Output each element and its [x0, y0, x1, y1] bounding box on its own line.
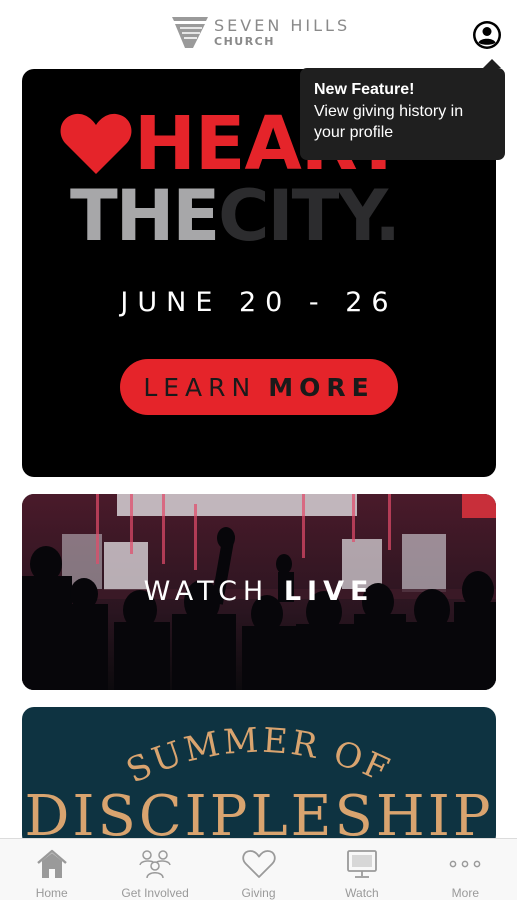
- summer-of-discipleship-card[interactable]: SUMMER OF DISCIPLESHIP: [22, 707, 496, 847]
- learn-more-button[interactable]: LEARN MORE: [120, 359, 398, 415]
- tab-home[interactable]: Home: [0, 839, 103, 900]
- tab-label-more: More: [451, 886, 479, 900]
- event-dates: JUNE 20 - 26: [120, 287, 398, 318]
- church-logo: SEVEN HILLS CHURCH: [172, 14, 350, 50]
- summer-of-text: SUMMER OF: [120, 720, 394, 789]
- summer-of-title: SUMMER OF: [120, 720, 397, 789]
- people-icon: [139, 850, 171, 879]
- learn-more-label-bold: MORE: [268, 372, 375, 402]
- monitor-icon: [347, 850, 377, 878]
- profile-button[interactable]: [472, 20, 502, 50]
- learn-more-label-light: LEARN: [143, 372, 257, 402]
- bottom-tab-bar: Home Get Involved Giving Watch More: [0, 838, 517, 900]
- watch-live-light: WATCH: [143, 576, 270, 607]
- discipleship-text: DISCIPLESHIP: [24, 784, 494, 847]
- tab-label-home: Home: [35, 886, 68, 900]
- home-icon: [36, 849, 67, 878]
- more-icon: [449, 860, 481, 868]
- tab-label-watch: Watch: [345, 886, 379, 900]
- watch-live-bold: LIVE: [283, 576, 375, 607]
- svg-text:SUMMER OF: SUMMER OF: [120, 720, 397, 789]
- watch-live-label: WATCH LIVE: [22, 576, 496, 607]
- heart-outline-icon: [241, 850, 276, 878]
- the-word: THE: [70, 175, 220, 257]
- tab-label-get-involved: Get Involved: [121, 886, 189, 900]
- tooltip-title: New Feature!: [314, 81, 415, 98]
- logo-subtitle: CHURCH: [214, 34, 275, 48]
- profile-icon: [473, 21, 501, 49]
- tooltip-body: View giving history in your profile: [314, 103, 464, 141]
- watch-live-card[interactable]: WATCH LIVE: [22, 494, 496, 690]
- app-header: SEVEN HILLS CHURCH: [0, 0, 517, 62]
- logo-title: SEVEN HILLS: [214, 15, 351, 35]
- logo-mark-icon: [172, 17, 208, 48]
- heart-icon: [60, 113, 132, 174]
- new-feature-tooltip[interactable]: New Feature! View giving history in your…: [300, 59, 505, 160]
- city-word: CITY.: [218, 175, 401, 257]
- tab-label-giving: Giving: [241, 886, 276, 900]
- tab-more[interactable]: More: [414, 839, 517, 900]
- tab-giving[interactable]: Giving: [207, 839, 310, 900]
- tab-watch[interactable]: Watch: [310, 839, 413, 900]
- tab-get-involved[interactable]: Get Involved: [103, 839, 206, 900]
